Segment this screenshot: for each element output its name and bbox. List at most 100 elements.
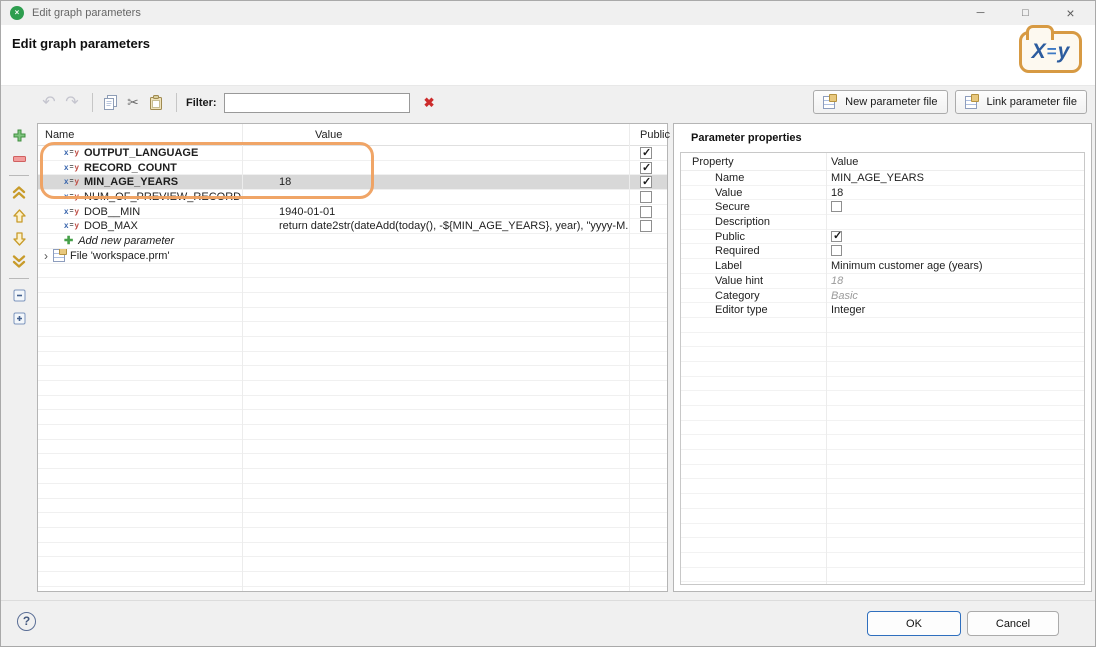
add-parameter-button[interactable] [9,127,29,144]
empty-row [38,587,667,591]
table-row[interactable]: x=yRECORD_COUNT [38,161,667,176]
redo-icon: ↷ [65,95,78,111]
parameter-file-icon [965,96,977,109]
public-checkbox[interactable] [640,162,652,174]
edit-graph-parameters-dialog: × Edit graph parameters ─ □ × Edit graph… [0,0,1096,647]
double-chevron-down-icon [12,255,26,268]
parameter-file-label: File 'workspace.prm' [70,250,170,262]
parameters-table: Name Value Public x=yOUTPUT_LANGUAGEx=yR… [37,123,668,592]
empty-row [38,308,667,323]
window-controls: ─ □ × [958,1,1093,25]
add-parameter-row[interactable]: ✚Add new parameter [38,234,667,249]
table-row[interactable]: x=yOUTPUT_LANGUAGE [38,146,667,161]
table-row[interactable]: x=yMIN_AGE_YEARS18 [38,175,667,190]
empty-row [38,396,667,411]
column-header-value: Value [831,153,858,171]
property-checkbox[interactable] [831,201,842,212]
empty-row [681,435,1084,450]
empty-row [681,318,1084,333]
cell-public [629,175,667,189]
cut-button[interactable]: ✂ [123,93,143,112]
parameter-xy-icon: x=y [64,163,79,173]
public-checkbox[interactable] [640,176,652,188]
filter-input[interactable] [224,93,410,113]
page-title: Edit graph parameters [12,36,150,51]
property-row[interactable]: CategoryBasic [681,289,1084,304]
empty-row [38,469,667,484]
move-down-button[interactable] [9,230,29,247]
cancel-button[interactable]: Cancel [967,611,1059,636]
chevron-right-icon[interactable]: › [44,249,48,263]
property-checkbox[interactable] [831,231,842,242]
minimize-button[interactable]: ─ [958,1,1003,25]
table-row[interactable]: x=yNUM_OF_PREVIEW_RECORDS [38,190,667,205]
property-row[interactable]: Required [681,244,1084,259]
property-row[interactable]: Editor typeInteger [681,303,1084,318]
cell-value [242,146,629,160]
cell-value [242,234,629,248]
dialog-header: Edit graph parameters X = y [1,25,1095,86]
move-top-button[interactable] [9,184,29,201]
undo-icon: ↶ [42,95,55,111]
toolbar-separator [176,93,177,112]
parameters-table-header: Name Value Public [38,124,667,146]
parameter-xy-icon: x=y [64,221,79,231]
property-row[interactable]: LabelMinimum customer age (years) [681,259,1084,274]
ok-button[interactable]: OK [867,611,961,636]
public-checkbox[interactable] [640,206,652,218]
public-checkbox[interactable] [640,147,652,159]
cell-public [629,161,667,175]
new-parameter-file-button[interactable]: New parameter file [813,90,947,114]
property-row[interactable]: Secure [681,200,1084,215]
empty-row [38,293,667,308]
cell-value [242,249,629,263]
cell-name: › File 'workspace.prm' [38,249,242,263]
property-value: 18 [831,274,1082,288]
maximize-button[interactable]: □ [1003,1,1048,25]
property-row[interactable]: NameMIN_AGE_YEARS [681,171,1084,186]
collapse-all-button[interactable] [9,287,29,304]
property-name: Name [715,171,744,185]
property-row[interactable]: Value hint18 [681,274,1084,289]
move-up-button[interactable] [9,207,29,224]
link-parameter-file-button[interactable]: Link parameter file [955,90,1088,114]
cell-public [629,205,667,219]
clear-filter-button[interactable]: ✖ [424,95,435,111]
side-toolbar-separator [9,278,29,279]
empty-row [681,347,1084,362]
filter-label: Filter: [186,97,217,109]
empty-row [38,264,667,279]
property-row[interactable]: Public [681,230,1084,245]
move-bottom-button[interactable] [9,253,29,270]
plus-icon [13,129,26,142]
panel-title: Parameter properties [691,132,802,144]
table-row[interactable]: x=yDOB_MAXreturn date2str(dateAdd(today(… [38,219,667,234]
property-value: Minimum customer age (years) [831,259,1082,273]
help-button[interactable]: ? [17,612,36,631]
paste-button[interactable] [146,93,166,112]
redo-button[interactable]: ↷ [62,93,82,112]
property-row[interactable]: Value18 [681,186,1084,201]
close-button[interactable]: × [1048,1,1093,25]
property-name: Public [715,230,745,244]
property-row[interactable]: Description [681,215,1084,230]
parameter-file-row[interactable]: › File 'workspace.prm' [38,249,667,264]
minus-icon [13,156,26,162]
public-checkbox[interactable] [640,191,652,203]
paste-icon [149,95,163,110]
cell-value: 1940-01-01 [242,205,629,219]
empty-row [38,513,667,528]
empty-row [681,465,1084,480]
cell-name: x=yDOB_MAX [38,219,242,233]
remove-parameter-button[interactable] [9,150,29,167]
empty-row [38,528,667,543]
expand-all-button[interactable] [9,310,29,327]
table-row[interactable]: x=yDOB__MIN1940-01-01 [38,205,667,220]
copy-button[interactable] [100,93,120,112]
column-divider [242,124,243,591]
undo-button[interactable]: ↶ [39,93,59,112]
property-checkbox[interactable] [831,245,842,256]
public-checkbox[interactable] [640,220,652,232]
window-title: Edit graph parameters [32,7,141,19]
property-name: Required [715,244,760,258]
